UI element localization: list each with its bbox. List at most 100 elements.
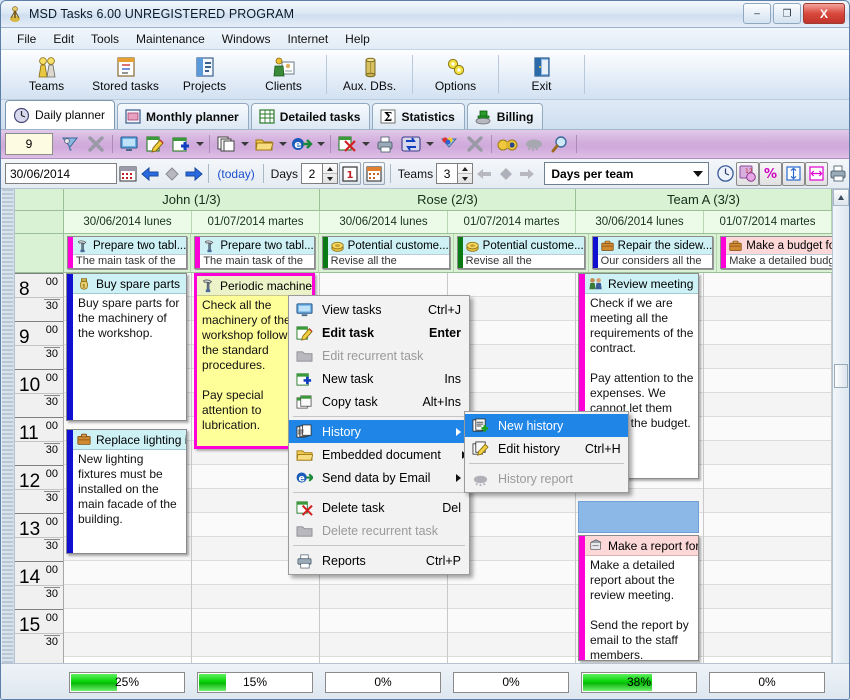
grid-slot[interactable] bbox=[64, 585, 191, 609]
tab-daily-planner[interactable]: Daily planner bbox=[5, 100, 115, 129]
import-icon[interactable] bbox=[57, 132, 83, 156]
menu-item-file[interactable]: File bbox=[9, 30, 44, 48]
menu-item-new-history[interactable]: New history bbox=[465, 414, 628, 437]
grid-slot[interactable] bbox=[704, 393, 831, 417]
colors-icon[interactable] bbox=[436, 132, 462, 156]
binoculars-icon[interactable] bbox=[495, 132, 521, 156]
task-card[interactable]: Make a report for...Make a detailed repo… bbox=[578, 535, 699, 661]
grid-slot[interactable] bbox=[704, 633, 831, 657]
day-header-4[interactable]: 30/06/2014 lunes bbox=[576, 211, 704, 233]
grid-slot[interactable] bbox=[192, 585, 319, 609]
edit-note-icon[interactable] bbox=[142, 132, 168, 156]
teams-stepper-down[interactable] bbox=[458, 174, 472, 183]
single-day-button[interactable]: 1 bbox=[339, 162, 361, 185]
days-stepper[interactable] bbox=[322, 163, 338, 184]
grid-slot[interactable] bbox=[64, 609, 191, 633]
scroll-up-button[interactable] bbox=[833, 189, 849, 206]
toolbar-button-clients[interactable]: Clients bbox=[244, 50, 323, 99]
grid-slot[interactable] bbox=[448, 273, 575, 297]
team-header-team-a[interactable]: Team A (3/3) bbox=[576, 189, 832, 210]
grid-slot[interactable] bbox=[704, 369, 831, 393]
grid-slot[interactable] bbox=[704, 273, 831, 297]
grid-slot[interactable] bbox=[704, 465, 831, 489]
tab-monthly-planner[interactable]: Monthly planner bbox=[117, 103, 249, 129]
date-input[interactable]: 30/06/2014 bbox=[5, 163, 117, 184]
task-card[interactable]: Replace lighting i...New lighting fixtur… bbox=[66, 429, 187, 554]
allday-task-card[interactable]: Prepare two tabl...The main task of the bbox=[194, 236, 314, 269]
monitor-icon[interactable] bbox=[116, 132, 142, 156]
team-header-john[interactable]: John (1/3) bbox=[64, 189, 320, 210]
height-icon[interactable] bbox=[782, 162, 805, 186]
days-stepper-down[interactable] bbox=[323, 174, 337, 183]
print-preview-icon[interactable] bbox=[828, 163, 849, 185]
view-mode-select[interactable]: Days per team bbox=[544, 162, 709, 185]
grid-slot[interactable] bbox=[192, 633, 319, 657]
day-header-3[interactable]: 01/07/2014 martes bbox=[448, 211, 576, 233]
email-dropdown[interactable] bbox=[315, 132, 327, 156]
copy-dropdown[interactable] bbox=[239, 132, 251, 156]
day-column-5[interactable] bbox=[704, 273, 832, 663]
day-header-5[interactable]: 01/07/2014 martes bbox=[704, 211, 832, 233]
toolbar-button-exit[interactable]: Exit bbox=[502, 50, 581, 99]
refresh-dropdown[interactable] bbox=[424, 132, 436, 156]
teams-stepper[interactable] bbox=[457, 163, 473, 184]
counter-field[interactable]: 9 bbox=[5, 133, 53, 155]
grid-slot[interactable] bbox=[704, 513, 831, 537]
toolbar-button-teams[interactable]: Teams bbox=[7, 50, 86, 99]
delete-icon[interactable] bbox=[334, 132, 360, 156]
menu-item-send-data-by-email[interactable]: eSend data by Email bbox=[289, 466, 469, 489]
menu-item-internet[interactable]: Internet bbox=[279, 30, 336, 48]
right-scrollbar[interactable] bbox=[832, 189, 849, 663]
grid-slot[interactable] bbox=[704, 609, 831, 633]
menu-item-copy-task[interactable]: Copy taskAlt+Ins bbox=[289, 390, 469, 413]
menu-item-reports[interactable]: ReportsCtrl+P bbox=[289, 549, 469, 572]
tab-statistics[interactable]: Σ Statistics bbox=[372, 103, 464, 129]
allday-task-card[interactable]: Make a budget fo...Make a detailed budge… bbox=[720, 236, 832, 269]
days-value[interactable]: 2 bbox=[301, 163, 322, 184]
grid-slot[interactable] bbox=[704, 537, 831, 561]
stop-icon[interactable] bbox=[161, 162, 183, 185]
width-icon[interactable] bbox=[805, 162, 828, 186]
print-icon[interactable] bbox=[372, 132, 398, 156]
toolbar-button-options[interactable]: Options bbox=[416, 50, 495, 99]
day-column-0[interactable]: $Buy spare partsBuy spare parts for the … bbox=[64, 273, 192, 663]
toolbar-button-projects[interactable]: Projects bbox=[165, 50, 244, 99]
menu-item-windows[interactable]: Windows bbox=[214, 30, 279, 48]
right-scrollbar-thumb[interactable] bbox=[834, 364, 848, 388]
tab-detailed-tasks[interactable]: Detailed tasks bbox=[251, 103, 371, 129]
grid-slot[interactable] bbox=[320, 585, 447, 609]
allday-task-card[interactable]: Repair the sidew...Our considers all the bbox=[592, 236, 714, 269]
grid-slot[interactable] bbox=[704, 345, 831, 369]
grid-slot[interactable] bbox=[704, 321, 831, 345]
allday-task-card[interactable]: Potential custome...Revise all the bbox=[322, 236, 450, 269]
close-button[interactable]: X bbox=[803, 3, 845, 24]
folder-icon[interactable] bbox=[251, 132, 277, 156]
allday-task-card[interactable]: Potential custome...Revise all the bbox=[457, 236, 585, 269]
allday-task-card[interactable]: Prepare two tabl...The main task of the bbox=[67, 236, 187, 269]
month-view-button[interactable] bbox=[363, 162, 385, 185]
menu-item-embedded-document[interactable]: Embedded document bbox=[289, 443, 469, 466]
team-stop-icon[interactable] bbox=[495, 162, 517, 185]
arrow-left-icon[interactable] bbox=[139, 162, 161, 185]
task-card[interactable]: $Buy spare partsBuy spare parts for the … bbox=[66, 273, 187, 421]
grid-slot[interactable] bbox=[704, 417, 831, 441]
day-header-1[interactable]: 01/07/2014 martes bbox=[192, 211, 320, 233]
day-header-2[interactable]: 30/06/2014 lunes bbox=[320, 211, 448, 233]
selected-time-band[interactable] bbox=[578, 501, 699, 533]
folder-dropdown[interactable] bbox=[277, 132, 289, 156]
search-icon[interactable] bbox=[547, 132, 573, 156]
menu-item-edit[interactable]: Edit bbox=[45, 30, 82, 48]
grid-slot[interactable] bbox=[192, 609, 319, 633]
team-header-rose[interactable]: Rose (2/3) bbox=[320, 189, 576, 210]
menu-item-maintenance[interactable]: Maintenance bbox=[128, 30, 213, 48]
delete-dropdown[interactable] bbox=[360, 132, 372, 156]
grid-slot[interactable] bbox=[448, 585, 575, 609]
grid-slot[interactable] bbox=[448, 609, 575, 633]
team-next-icon[interactable] bbox=[517, 162, 539, 185]
teams-stepper-up[interactable] bbox=[458, 164, 472, 174]
new-folder-dropdown[interactable] bbox=[194, 132, 206, 156]
team-prev-icon[interactable] bbox=[473, 162, 495, 185]
grid-slot[interactable] bbox=[704, 489, 831, 513]
grid-slot[interactable] bbox=[64, 633, 191, 657]
clock-view-icon[interactable] bbox=[715, 163, 736, 185]
